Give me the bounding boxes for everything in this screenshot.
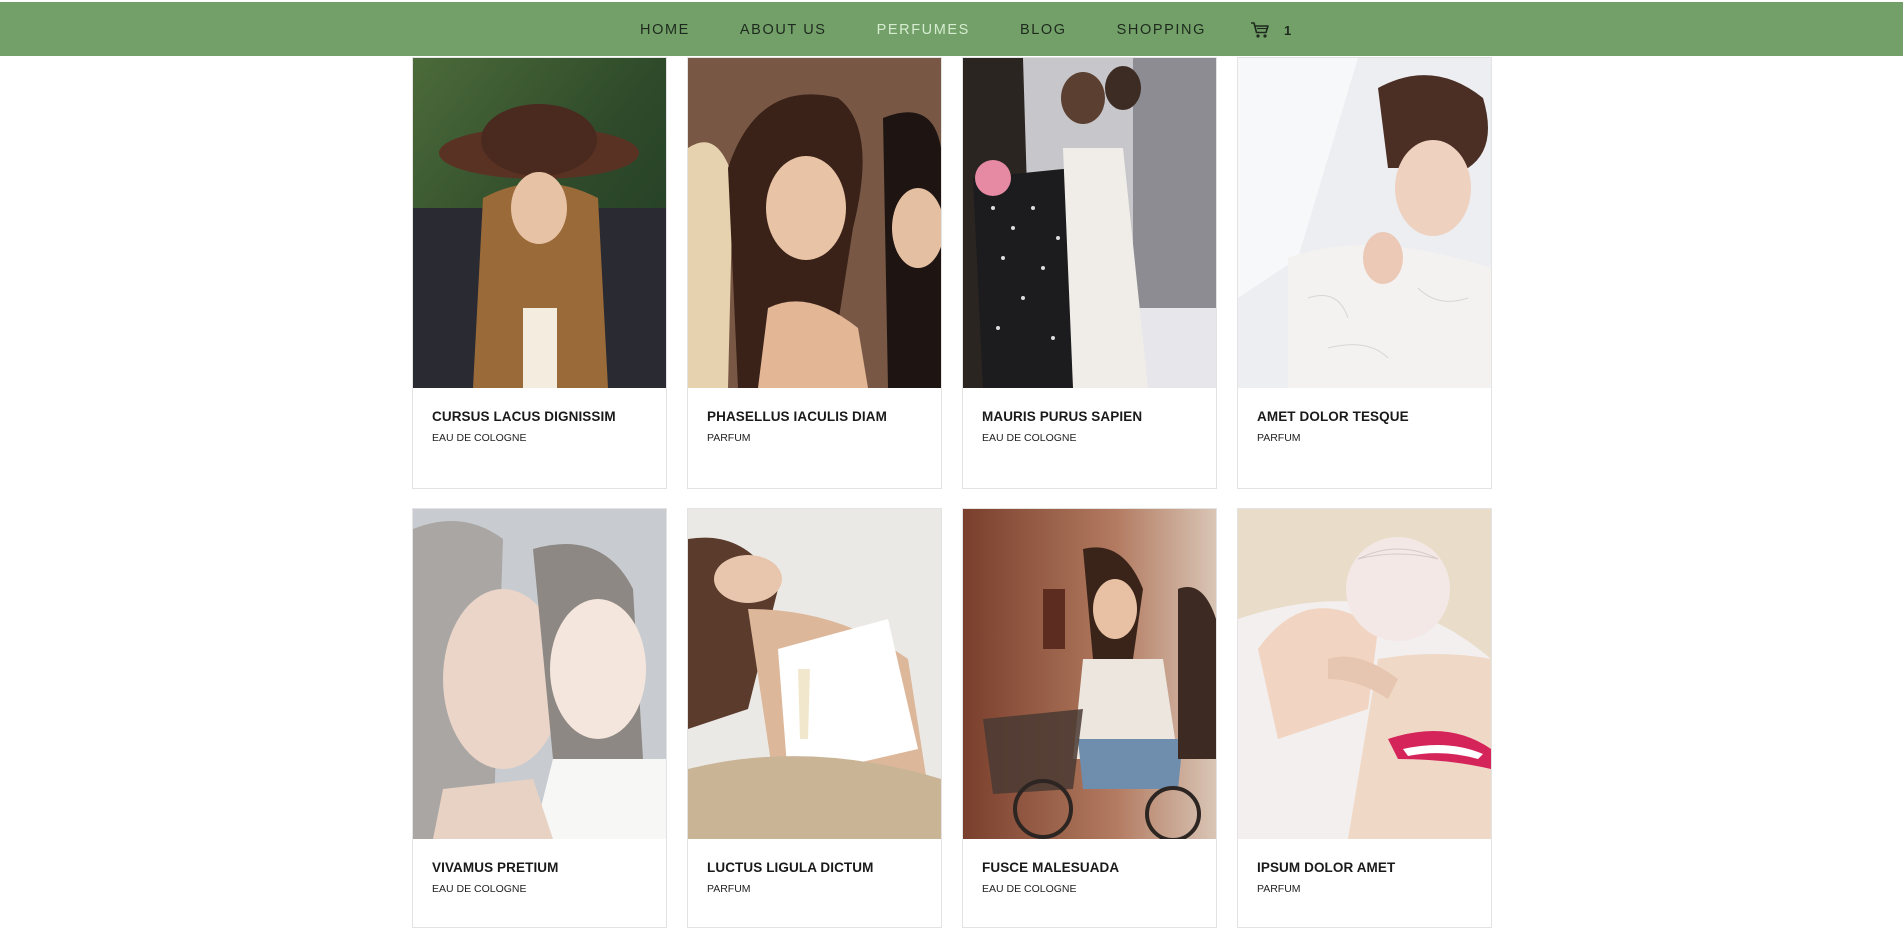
product-photo[interactable] [1238,58,1491,388]
product-type: PARFUM [707,432,751,444]
product-type: EAU DE COLOGNE [432,432,527,444]
product-card[interactable]: PHASELLUS IACULIS DIAM PARFUM [687,57,942,489]
product-photo[interactable] [688,509,941,839]
product-title[interactable]: FUSCE MALESUADA [982,860,1197,875]
product-card[interactable]: VIVAMUS PRETIUM EAU DE COLOGNE [412,508,667,928]
product-type: EAU DE COLOGNE [982,883,1077,895]
product-caption: IPSUM DOLOR AMET PARFUM [1238,839,1491,895]
cart-count: 1 [1284,22,1292,38]
product-photo[interactable] [963,58,1216,388]
product-card[interactable]: FUSCE MALESUADA EAU DE COLOGNE [962,508,1217,928]
product-caption: VIVAMUS PRETIUM EAU DE COLOGNE [413,839,666,895]
product-card[interactable]: AMET DOLOR TESQUE PARFUM [1237,57,1492,489]
product-photo[interactable] [413,509,666,839]
product-type: PARFUM [707,883,751,895]
product-caption: MAURIS PURUS SAPIEN EAU DE COLOGNE [963,388,1216,444]
product-caption: LUCTUS LIGULA DICTUM PARFUM [688,839,941,895]
product-caption: AMET DOLOR TESQUE PARFUM [1238,388,1491,444]
nav-item-shopping[interactable]: SHOPPING [1117,22,1206,38]
nav-item-perfumes[interactable]: PERFUMES [877,22,970,38]
product-title[interactable]: PHASELLUS IACULIS DIAM [707,409,922,424]
product-photo[interactable] [963,509,1216,839]
cart-button[interactable]: 1 [1250,21,1291,39]
product-caption: CURSUS LACUS DIGNISSIM EAU DE COLOGNE [413,388,666,444]
product-title[interactable]: AMET DOLOR TESQUE [1257,409,1472,424]
product-card[interactable]: IPSUM DOLOR AMET PARFUM [1237,508,1492,928]
product-title[interactable]: IPSUM DOLOR AMET [1257,860,1472,875]
product-caption: FUSCE MALESUADA EAU DE COLOGNE [963,839,1216,895]
product-card[interactable]: CURSUS LACUS DIGNISSIM EAU DE COLOGNE [412,57,667,489]
product-type: PARFUM [1257,432,1301,444]
product-title[interactable]: LUCTUS LIGULA DICTUM [707,860,922,875]
product-card[interactable]: LUCTUS LIGULA DICTUM PARFUM [687,508,942,928]
product-photo[interactable] [688,58,941,388]
main-menu: HOME ABOUT US PERFUMES BLOG SHOPPING 1 [640,2,1291,58]
product-caption: PHASELLUS IACULIS DIAM PARFUM [688,388,941,444]
nav-item-home[interactable]: HOME [640,22,690,38]
product-type: EAU DE COLOGNE [982,432,1077,444]
product-type: PARFUM [1257,883,1301,895]
product-photo[interactable] [413,58,666,388]
product-title[interactable]: VIVAMUS PRETIUM [432,860,647,875]
nav-item-blog[interactable]: BLOG [1020,22,1067,38]
nav-item-about-us[interactable]: ABOUT US [740,22,827,38]
product-card[interactable]: MAURIS PURUS SAPIEN EAU DE COLOGNE [962,57,1217,489]
product-photo[interactable] [1238,509,1491,839]
product-type: EAU DE COLOGNE [432,883,527,895]
product-title[interactable]: CURSUS LACUS DIGNISSIM [432,409,647,424]
product-title[interactable]: MAURIS PURUS SAPIEN [982,409,1197,424]
shopping-cart-icon [1250,21,1270,39]
top-navigation-bar: HOME ABOUT US PERFUMES BLOG SHOPPING 1 [0,0,1903,56]
